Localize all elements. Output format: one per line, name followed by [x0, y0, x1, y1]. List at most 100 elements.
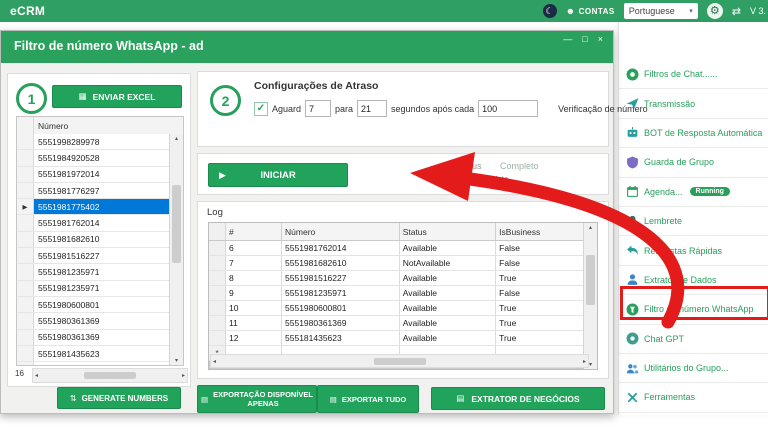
number-cell[interactable]: 5551998289978 [34, 134, 170, 149]
number-row[interactable]: 555181435623 [17, 362, 170, 366]
scrollbar-thumb[interactable] [373, 357, 426, 365]
enviar-excel-button[interactable]: ▦ ENVIAR EXCEL [52, 85, 182, 108]
export-all-button[interactable]: ▤ EXPORTAR TUDO [317, 385, 419, 413]
row-selector [17, 182, 34, 199]
log-row[interactable]: 9 5551981235971 Available False [209, 286, 584, 301]
number-row[interactable]: 5551980361369 [17, 329, 170, 346]
number-cell[interactable]: 555181435623 [34, 362, 170, 366]
number-row[interactable]: 5551981435623 [17, 345, 170, 363]
number-row[interactable]: 5551981762014 [17, 215, 170, 232]
log-row[interactable]: 10 5551980600801 Available True [209, 301, 584, 316]
number-row[interactable]: 5551981776297 [17, 182, 170, 200]
scroll-right-icon[interactable]: ▸ [583, 358, 586, 365]
minimize-icon[interactable]: — [563, 34, 572, 44]
number-cell[interactable]: 5551981516227 [34, 248, 170, 263]
number-row[interactable]: 5551981682610 [17, 231, 170, 249]
number-cell[interactable]: 5551981682610 [34, 232, 170, 247]
sidebar-item-label: Filtro de número WhatsApp [644, 304, 754, 315]
sidebar-item-utilit-rios-do-grupo[interactable]: Utilitários do Grupo... [619, 353, 768, 384]
log-vertical-scrollbar[interactable]: ▴ ▾ [583, 223, 597, 369]
number-row[interactable]: 5551998289978 [17, 134, 170, 151]
sidebar-item-respostas-r-pidas[interactable]: Respostas Rápidas [619, 236, 768, 266]
person-icon [626, 273, 639, 286]
scroll-up-icon[interactable]: ▴ [170, 135, 183, 142]
scroll-right-icon[interactable]: ▸ [182, 372, 185, 379]
row-selector [17, 215, 34, 231]
batch-size-input[interactable]: 100 [478, 100, 539, 117]
export-available-button[interactable]: ▤ EXPORTAÇÃO DISPONÍVEL APENAS [197, 385, 317, 413]
sidebar-item-label: Chat GPT [644, 333, 685, 344]
log-horizontal-scrollbar[interactable]: ◂ ▸ [210, 354, 589, 368]
sidebar-item-agenda[interactable]: Agenda... Running [619, 177, 768, 207]
current-row-arrow-icon: ▶ [17, 199, 34, 215]
app-title: eCRM [10, 4, 46, 18]
log-row[interactable]: 6 5551981762014 Available False [209, 241, 584, 256]
contas-label: CONTAS [578, 6, 615, 16]
excel-icon: ▦ [78, 91, 87, 101]
sidebar-item-guarda-de-grupo[interactable]: Guarda de Grupo [619, 148, 768, 178]
sidebar-item-extrator-de-dados[interactable]: Extrator de Dados [619, 265, 768, 296]
number-row[interactable]: 5551981972014 [17, 166, 170, 183]
scroll-left-icon[interactable]: ◂ [213, 358, 216, 365]
delay-from-input[interactable]: 7 [305, 100, 332, 117]
number-cell[interactable]: 5551981972014 [34, 167, 170, 182]
number-cell[interactable]: 5551981235971 [34, 264, 170, 279]
log-cell: 555181435623 [282, 331, 400, 345]
sidebar-item-chat-gpt[interactable]: Chat GPT [619, 324, 768, 354]
sidebar-item-filtros-de-chat[interactable]: Filtros de Chat...... [619, 60, 768, 90]
log-row[interactable]: 11 5551980361369 Available True [209, 316, 584, 331]
header-selector-cell [209, 223, 226, 240]
running-badge: Running [689, 187, 730, 197]
maximize-icon[interactable]: □ [582, 34, 587, 44]
sidebar-item-filtro-de-n-mero-whatsapp[interactable]: Filtro de número WhatsApp [619, 295, 768, 325]
scrollbar-thumb[interactable] [172, 184, 181, 264]
log-row[interactable]: 7 5551981682610 NotAvailable False [209, 256, 584, 271]
number-row[interactable]: 5551980600801 [17, 296, 170, 314]
language-select[interactable]: Portuguese ▾ [623, 3, 698, 19]
number-cell[interactable]: 5551980600801 [34, 297, 170, 312]
number-cell[interactable]: 5551981776297 [34, 183, 170, 198]
numbers-vertical-scrollbar[interactable]: ▴ ▾ [169, 134, 183, 365]
sidebar-item-lembrete[interactable]: Lembrete [619, 206, 768, 237]
number-row[interactable]: 5551981235971 [17, 280, 170, 297]
scroll-down-icon[interactable]: ▾ [170, 357, 183, 364]
sidebar-item-label: Respostas Rápidas [644, 245, 723, 256]
settings-gear-icon[interactable]: ⚙ [706, 3, 723, 19]
calendar-icon [626, 185, 639, 198]
number-row[interactable]: 5551981516227 [17, 248, 170, 265]
number-cell[interactable]: 5551984920528 [34, 150, 170, 165]
business-extractor-button[interactable]: ▤ EXTRATOR DE NEGÓCIOS [431, 387, 605, 410]
sidebar-item-ferramentas[interactable]: Ferramentas [619, 383, 768, 413]
theme-moon-icon[interactable]: ☾ [542, 4, 557, 18]
number-cell[interactable]: 5551981762014 [34, 215, 170, 230]
number-cell[interactable]: 5551980361369 [34, 330, 170, 345]
number-row[interactable]: ▶ 5551981775402 [17, 199, 170, 216]
dialog-titlebar[interactable]: Filtro de número WhatsApp - ad — □ × [1, 31, 613, 63]
number-row[interactable]: 5551981235971 [17, 264, 170, 281]
number-row[interactable]: 5551984920528 [17, 150, 170, 167]
generate-numbers-button[interactable]: ⇅ GENERATE NUMBERS [57, 387, 181, 409]
number-cell[interactable]: 5551980361369 [34, 313, 170, 328]
sidebar-item-bot-de-resposta-autom-tica[interactable]: BOT de Resposta Automática [619, 118, 768, 149]
number-cell[interactable]: 5551981435623 [34, 346, 170, 361]
scrollbar-thumb[interactable] [84, 372, 136, 379]
sync-swap-icon[interactable]: ⇄ [732, 5, 741, 18]
log-row[interactable]: 8 5551981516227 Available True [209, 271, 584, 286]
log-cell: 5551981235971 [282, 286, 400, 300]
number-row[interactable]: 5551980361369 [17, 313, 170, 330]
wait-checkbox[interactable]: ✓ [254, 101, 268, 116]
close-icon[interactable]: × [598, 34, 603, 44]
number-cell[interactable]: 5551981775402 [34, 199, 170, 215]
user-icon: ☻ [565, 6, 576, 16]
scroll-left-icon[interactable]: ◂ [35, 372, 38, 379]
contas-button[interactable]: ☻ CONTAS [566, 6, 615, 16]
scroll-up-icon[interactable]: ▴ [584, 224, 597, 231]
delay-to-input[interactable]: 21 [357, 100, 388, 117]
sidebar-item-label: Lembrete [644, 216, 683, 227]
log-row[interactable]: 12 555181435623 Available True [209, 331, 584, 346]
number-cell[interactable]: 5551981235971 [34, 281, 170, 296]
log-cell: 11 [226, 316, 283, 330]
iniciar-button[interactable]: ▶ INICIAR [208, 163, 348, 187]
numbers-horizontal-scrollbar[interactable]: ◂ ▸ [32, 368, 188, 383]
scrollbar-thumb[interactable] [586, 255, 595, 305]
